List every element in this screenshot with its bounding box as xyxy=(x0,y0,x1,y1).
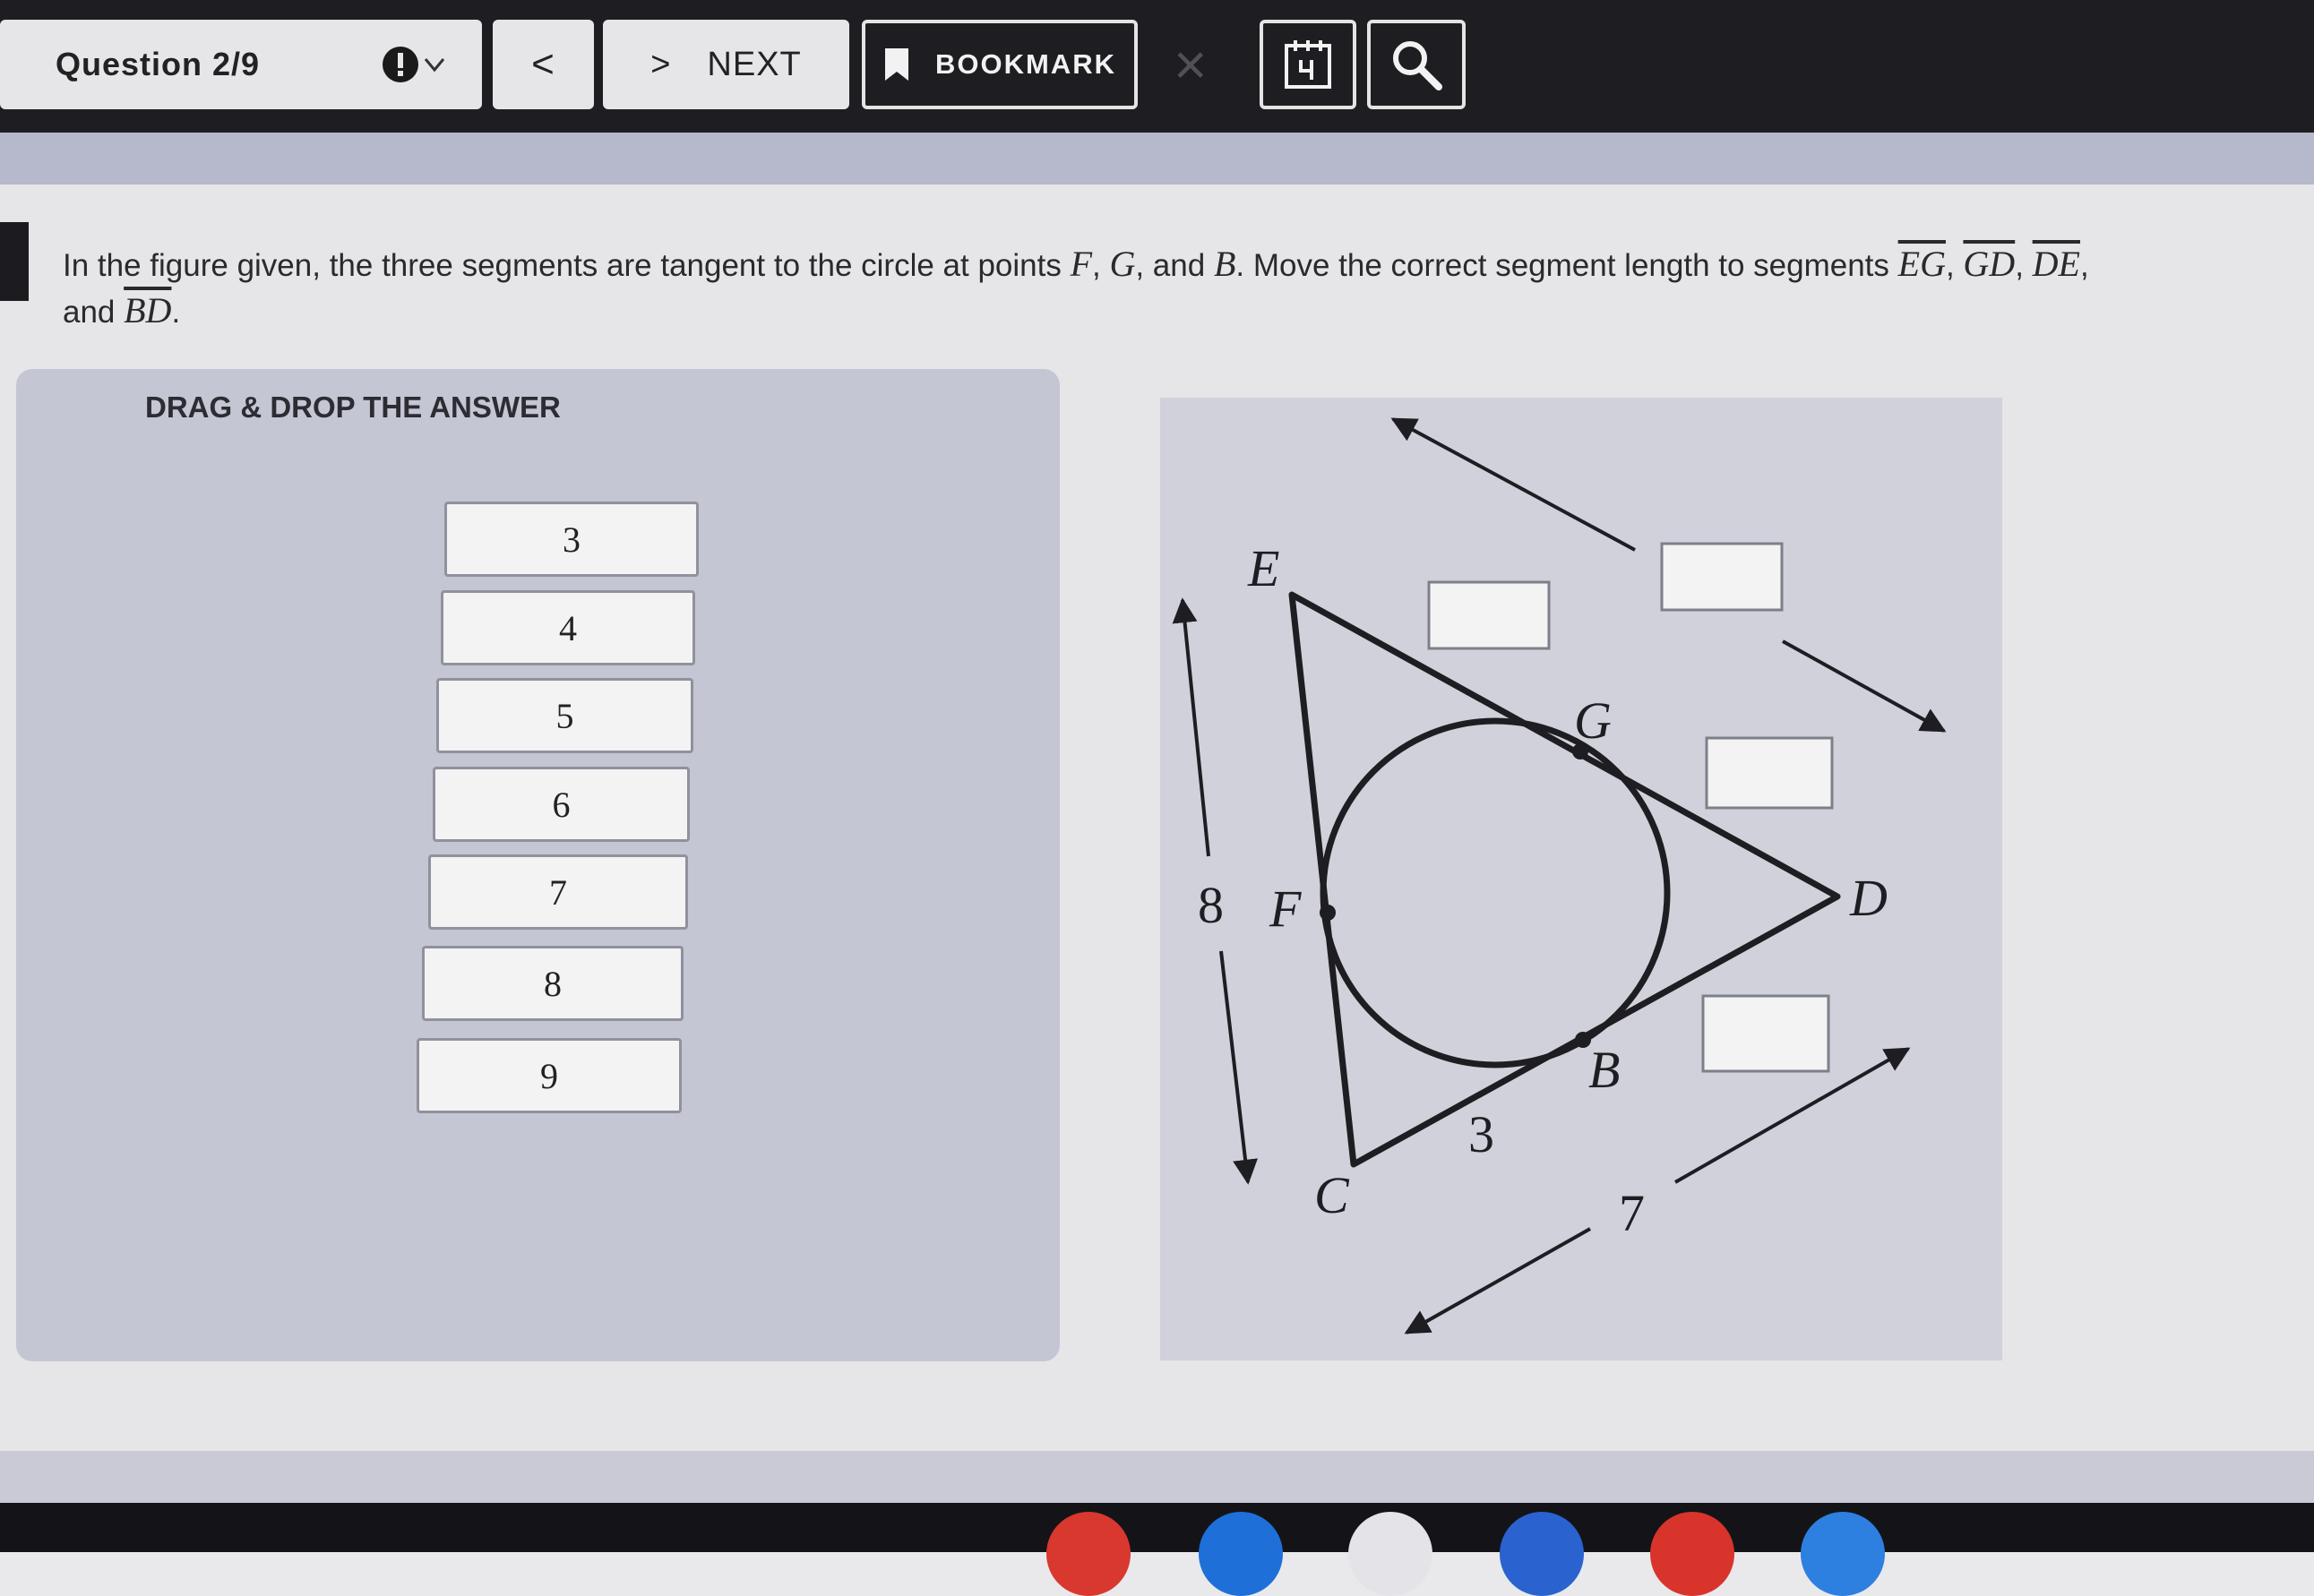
calculator-icon xyxy=(1285,40,1331,89)
panel-title: DRAG & DROP THE ANSWER xyxy=(145,390,561,424)
label-e: E xyxy=(1247,539,1279,597)
label-g: G xyxy=(1574,691,1612,750)
bookmark-label: BOOKMARK xyxy=(935,48,1116,80)
drop-box-de[interactable] xyxy=(1660,542,1784,612)
point-f: F xyxy=(1070,244,1093,284)
answer-tile[interactable]: 6 xyxy=(433,767,690,842)
footer-band xyxy=(0,1451,2314,1503)
question-prompt: In the figure given, the three segments … xyxy=(63,244,2089,330)
dimension-arrow-ce-bottom xyxy=(1219,950,1258,1185)
search-button[interactable] xyxy=(1367,20,1466,109)
meet-app-icon[interactable] xyxy=(1801,1512,1885,1596)
next-button[interactable]: > NEXT xyxy=(603,20,849,109)
label-c: C xyxy=(1314,1166,1350,1224)
segment-de: DE xyxy=(2032,244,2080,284)
docs-app-icon[interactable] xyxy=(1500,1512,1584,1596)
inscribed-circle xyxy=(1320,717,1671,1068)
triangle-ecd xyxy=(1288,591,1841,1168)
dimension-arrow-cd-bottom xyxy=(1404,1227,1591,1334)
question-selector[interactable]: Question 2/9 xyxy=(0,20,482,109)
dimension-arrow-ce-top xyxy=(1172,597,1210,857)
gmail-app-icon[interactable] xyxy=(1348,1512,1432,1596)
bookmark-icon xyxy=(885,48,908,81)
alert-icon xyxy=(383,47,445,82)
point-b: B xyxy=(1213,244,1236,284)
dimension-arrow-ed-bottom xyxy=(1782,639,1947,733)
answer-tile[interactable]: 8 xyxy=(422,946,684,1021)
chrome-app-icon[interactable] xyxy=(1046,1512,1131,1596)
youtube-app-icon[interactable] xyxy=(1650,1512,1734,1596)
answer-tile[interactable]: 5 xyxy=(436,678,693,753)
close-icon[interactable]: × xyxy=(1174,36,1207,93)
segment-bd: BD xyxy=(124,290,172,330)
geometry-figure: E G D F B C 8 3 7 xyxy=(1160,398,2002,1360)
segment-eg: EG xyxy=(1897,244,1946,284)
length-ce: 8 xyxy=(1198,876,1224,934)
dimension-arrow-ed-top xyxy=(1390,417,1636,552)
length-cb: 3 xyxy=(1468,1105,1494,1163)
drop-box-bd[interactable] xyxy=(1701,994,1830,1073)
segment-gd: GD xyxy=(1963,244,2016,284)
label-f: F xyxy=(1269,880,1302,938)
chevron-left-icon: < xyxy=(531,42,555,86)
side-tab[interactable] xyxy=(0,222,29,301)
drop-box-gd[interactable] xyxy=(1705,736,1834,810)
chevron-right-icon: > xyxy=(650,45,672,83)
answer-tile[interactable]: 3 xyxy=(444,502,699,577)
previous-button[interactable]: < xyxy=(493,20,594,109)
drag-drop-panel: DRAG & DROP THE ANSWER 3 4 5 6 7 8 9 xyxy=(16,369,1060,1361)
label-b: B xyxy=(1588,1041,1620,1099)
label-d: D xyxy=(1849,869,1888,927)
question-label: Question 2/9 xyxy=(56,46,261,82)
drop-box-eg[interactable] xyxy=(1427,580,1551,650)
point-f-dot xyxy=(1320,905,1336,921)
answer-tile[interactable]: 9 xyxy=(417,1038,682,1113)
length-cd: 7 xyxy=(1619,1184,1645,1242)
header-band xyxy=(0,133,2314,184)
bookmark-button[interactable]: BOOKMARK xyxy=(862,20,1138,109)
files-app-icon[interactable] xyxy=(1199,1512,1283,1596)
point-g: G xyxy=(1109,244,1136,284)
tangent-circle-diagram: E G D F B C 8 3 7 xyxy=(1172,417,1947,1334)
answer-tile[interactable]: 7 xyxy=(428,854,688,930)
question-flag-dropdown[interactable] xyxy=(381,43,451,86)
os-taskbar xyxy=(0,1503,2314,1552)
search-icon xyxy=(1393,41,1442,90)
next-label: NEXT xyxy=(707,45,802,83)
calculator-button[interactable] xyxy=(1260,20,1356,109)
answer-tile[interactable]: 4 xyxy=(441,590,695,665)
